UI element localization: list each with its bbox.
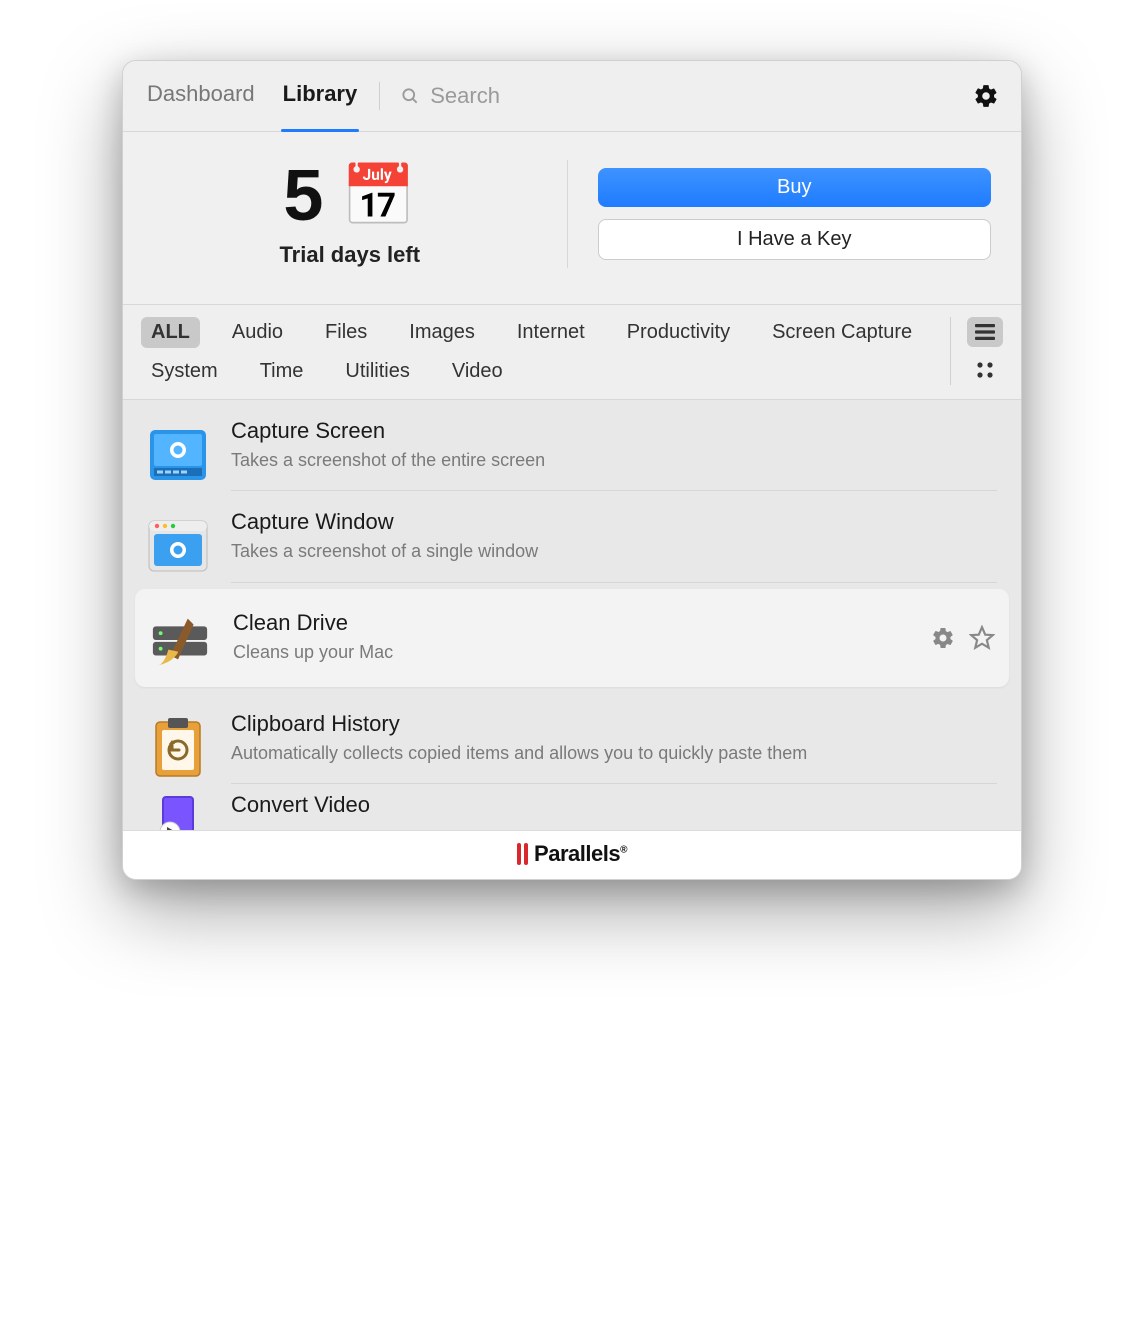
- clean-drive-icon: [149, 607, 211, 669]
- clipboard-history-icon: [147, 716, 209, 778]
- have-key-button[interactable]: I Have a Key: [598, 219, 992, 260]
- trial-subtitle: Trial days left: [279, 242, 420, 268]
- parallels-logo-icon: [517, 843, 528, 865]
- main-tabs: Dashboard Library: [145, 71, 359, 121]
- filter-screen-capture[interactable]: Screen Capture: [762, 317, 922, 348]
- filter-files[interactable]: Files: [315, 317, 377, 348]
- search-input[interactable]: [430, 83, 953, 109]
- filter-audio[interactable]: Audio: [222, 317, 293, 348]
- item-description: Cleans up your Mac: [233, 640, 909, 664]
- item-description: Takes a screenshot of the entire screen: [231, 448, 997, 472]
- brand-name: Parallels®: [534, 841, 627, 867]
- list-item[interactable]: Capture Window Takes a screenshot of a s…: [123, 491, 1021, 582]
- gear-icon: [931, 626, 955, 650]
- star-icon: [969, 625, 995, 651]
- list-item[interactable]: Clean Drive Cleans up your Mac: [135, 589, 1009, 687]
- trial-days-count: 5: [283, 160, 323, 232]
- calendar-icon: 📅: [341, 166, 416, 226]
- filter-internet[interactable]: Internet: [507, 317, 595, 348]
- convert-video-icon: [147, 796, 209, 830]
- item-description: Automatically collects copied items and …: [231, 741, 997, 765]
- item-description: Takes a screenshot of a single window: [231, 539, 997, 563]
- trial-banner: 5 📅 Trial days left Buy I Have a Key: [123, 132, 1021, 305]
- filter-utilities[interactable]: Utilities: [335, 356, 419, 387]
- tab-dashboard[interactable]: Dashboard: [145, 71, 257, 121]
- tab-library[interactable]: Library: [281, 71, 360, 121]
- capture-window-icon: [147, 515, 209, 577]
- settings-button[interactable]: [973, 83, 999, 109]
- item-title: Capture Screen: [231, 418, 997, 444]
- item-title: Clipboard History: [231, 711, 997, 737]
- list-item[interactable]: Convert Video: [123, 784, 1021, 830]
- tools-list: Capture Screen Takes a screenshot of the…: [123, 400, 1021, 830]
- view-toggle: [950, 317, 1003, 385]
- item-title: Capture Window: [231, 509, 997, 535]
- capture-screen-icon: [147, 424, 209, 486]
- filter-video[interactable]: Video: [442, 356, 513, 387]
- list-item[interactable]: Clipboard History Automatically collects…: [123, 693, 1021, 784]
- item-title: Clean Drive: [233, 610, 909, 636]
- gear-icon: [973, 83, 999, 109]
- item-settings-button[interactable]: [931, 626, 955, 650]
- filter-all[interactable]: ALL: [141, 317, 200, 348]
- filter-time[interactable]: Time: [250, 356, 314, 387]
- filter-productivity[interactable]: Productivity: [617, 317, 740, 348]
- buy-button[interactable]: Buy: [598, 168, 992, 207]
- trial-status: 5 📅 Trial days left: [153, 160, 568, 268]
- search-icon: [400, 86, 420, 106]
- filter-chips: ALL Audio Files Images Internet Producti…: [141, 317, 940, 387]
- search-field[interactable]: [400, 83, 953, 109]
- list-icon: [974, 323, 996, 341]
- filter-bar: ALL Audio Files Images Internet Producti…: [123, 305, 1021, 400]
- divider: [379, 82, 380, 110]
- item-actions: [931, 625, 995, 651]
- filter-system[interactable]: System: [141, 356, 228, 387]
- app-window: Dashboard Library 5 📅 Trial days left Bu…: [122, 60, 1022, 880]
- grid-icon: [975, 360, 995, 380]
- list-item[interactable]: Capture Screen Takes a screenshot of the…: [123, 400, 1021, 491]
- footer: Parallels®: [123, 830, 1021, 879]
- item-title: Convert Video: [231, 792, 997, 818]
- header: Dashboard Library: [123, 61, 1021, 132]
- filter-images[interactable]: Images: [399, 317, 485, 348]
- trial-actions: Buy I Have a Key: [578, 160, 992, 268]
- grid-view-button[interactable]: [967, 355, 1003, 385]
- item-favorite-button[interactable]: [969, 625, 995, 651]
- list-view-button[interactable]: [967, 317, 1003, 347]
